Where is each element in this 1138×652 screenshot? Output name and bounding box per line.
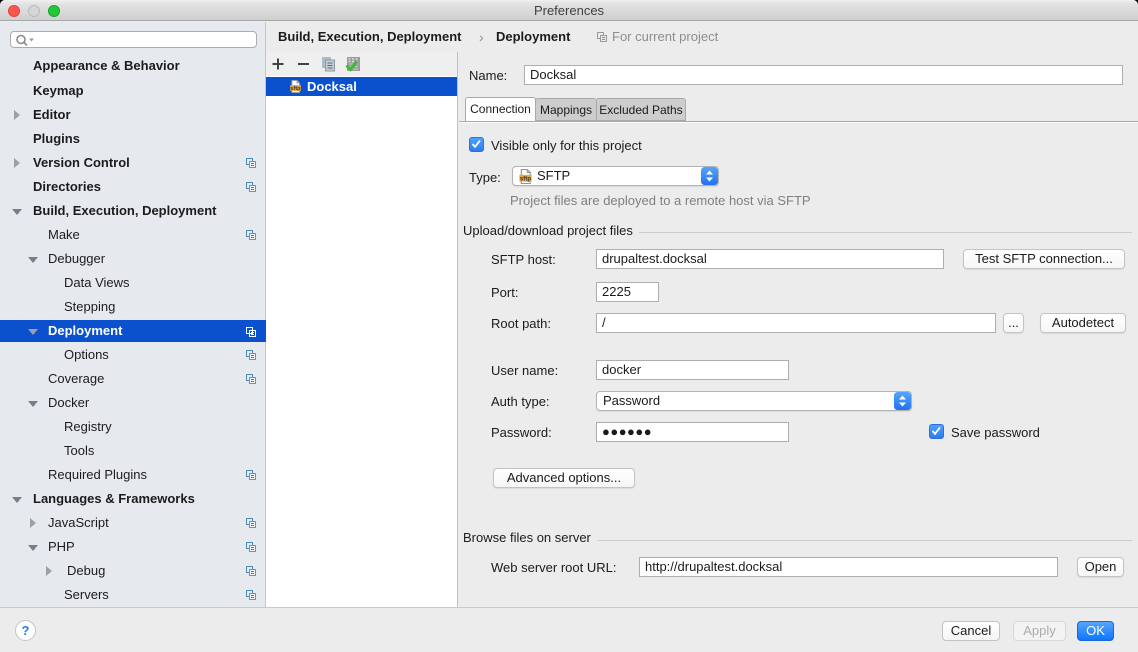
- svg-text:sftp: sftp: [291, 86, 301, 92]
- svg-text:sftp: sftp: [520, 175, 531, 182]
